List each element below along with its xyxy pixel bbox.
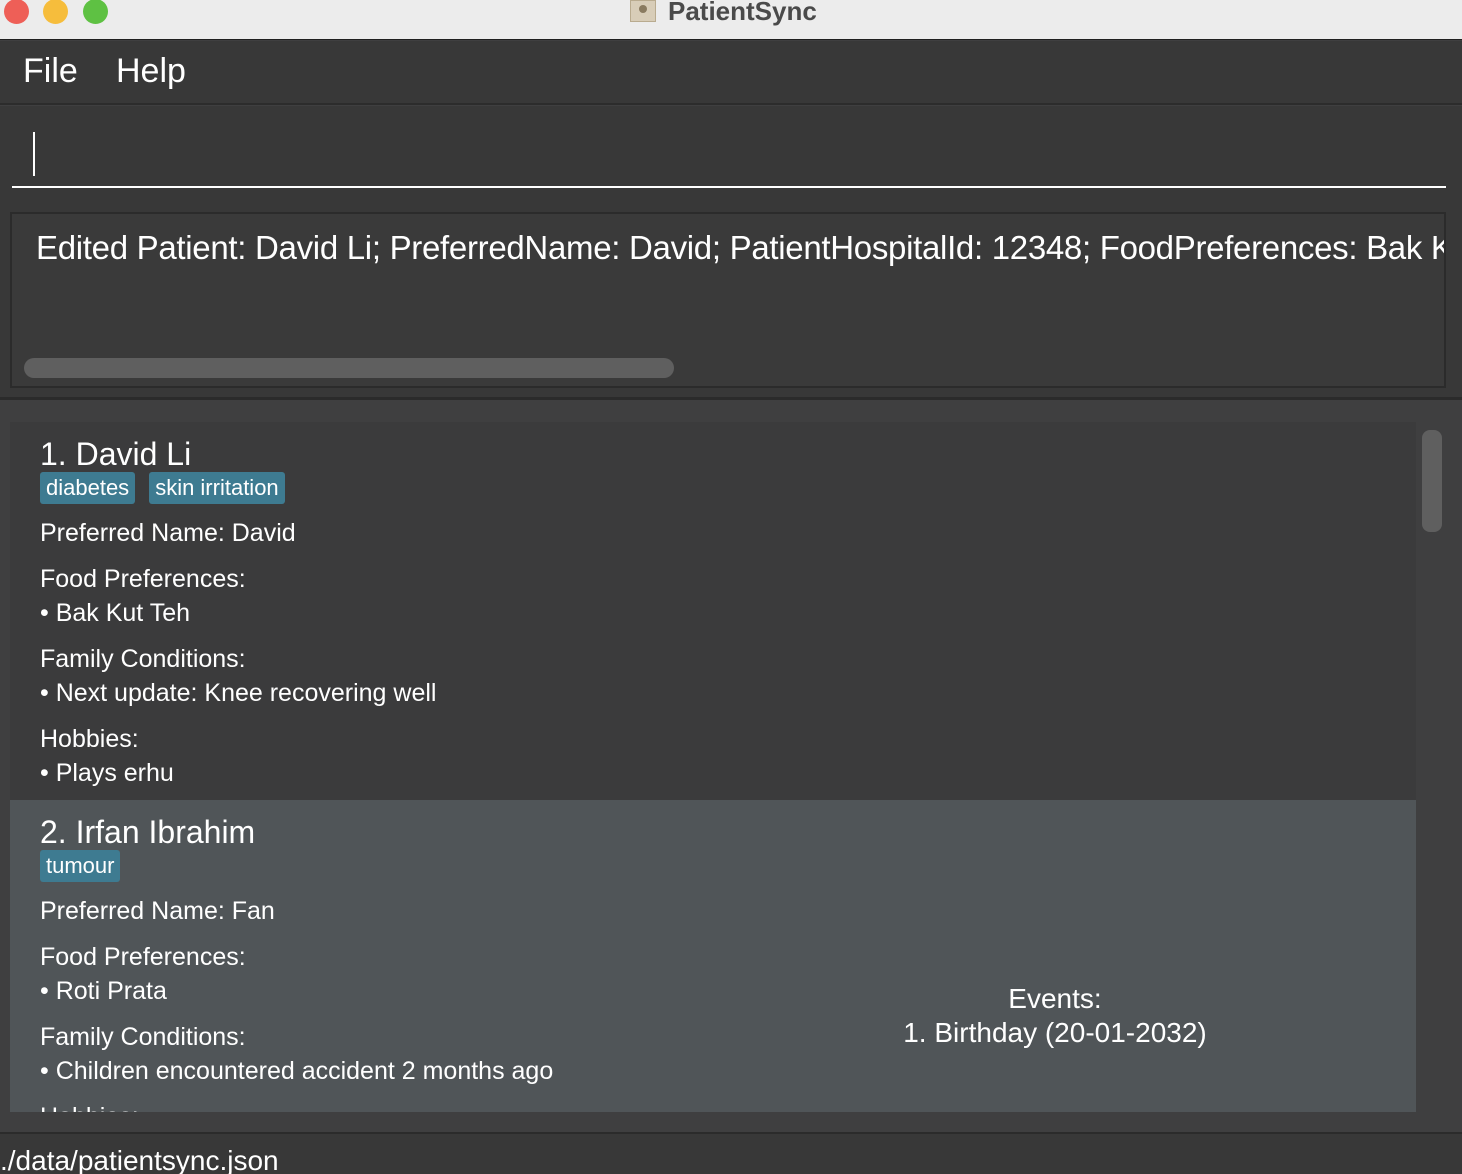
zoom-window-button[interactable]: [83, 0, 108, 24]
minimize-window-button[interactable]: [43, 0, 68, 24]
family-condition-item: • Children encountered accident 2 months…: [40, 1057, 554, 1085]
tag: diabetes: [40, 472, 136, 504]
result-display-panel: Edited Patient: David Li; PreferredName:…: [0, 200, 1462, 400]
events-label: Events:: [1008, 983, 1102, 1014]
tag: tumour: [40, 850, 121, 882]
hobbies-label: Hobbies:: [40, 725, 139, 753]
patient-list-panel: 1. David Li diabetes skin irritation Pre…: [0, 402, 1462, 1132]
close-window-button[interactable]: [4, 0, 29, 24]
events-section: Events: 1. Birthday (20-01-2032): [900, 982, 1210, 1050]
horizontal-scrollbar[interactable]: [24, 358, 674, 378]
food-preference-item: • Roti Prata: [40, 977, 167, 1005]
result-display: Edited Patient: David Li; PreferredName:…: [10, 212, 1446, 388]
tag-list: tumour: [40, 850, 121, 882]
preferred-name: Preferred Name: Fan: [40, 897, 275, 925]
text-caret: [33, 132, 35, 176]
command-input[interactable]: [12, 106, 1446, 188]
tag-list: diabetes skin irritation: [40, 472, 285, 504]
family-condition-item: • Next update: Knee recovering well: [40, 679, 437, 707]
family-conditions-label: Family Conditions:: [40, 645, 246, 673]
window-title: PatientSync: [668, 0, 817, 26]
command-box: [0, 106, 1462, 200]
patient-card[interactable]: 1. David Li diabetes skin irritation Pre…: [10, 422, 1416, 800]
hobby-item: • Plays erhu: [40, 759, 174, 787]
status-bar: ./data/patientsync.json: [0, 1132, 1462, 1174]
patient-name: 2. Irfan Ibrahim: [40, 814, 256, 850]
menu-bar: File Help: [0, 41, 1462, 105]
menu-help[interactable]: Help: [116, 51, 186, 91]
food-preferences-label: Food Preferences:: [40, 565, 246, 593]
preferred-name: Preferred Name: David: [40, 519, 296, 547]
patient-card[interactable]: 2. Irfan Ibrahim tumour Preferred Name: …: [10, 800, 1416, 1112]
food-preferences-label: Food Preferences:: [40, 943, 246, 971]
app-icon: [630, 0, 656, 22]
vertical-scrollbar[interactable]: [1422, 430, 1442, 532]
menu-file[interactable]: File: [23, 51, 78, 91]
patient-name: 1. David Li: [40, 436, 192, 472]
family-conditions-label: Family Conditions:: [40, 1023, 246, 1051]
tag: skin irritation: [149, 472, 285, 504]
result-message: Edited Patient: David Li; PreferredName:…: [36, 229, 1446, 266]
event-item: 1. Birthday (20-01-2032): [903, 1017, 1207, 1048]
title-bar: PatientSync: [0, 0, 1462, 40]
hobbies-label: Hobbies:: [40, 1102, 139, 1112]
food-preference-item: • Bak Kut Teh: [40, 599, 191, 627]
data-file-path: ./data/patientsync.json: [0, 1145, 279, 1174]
